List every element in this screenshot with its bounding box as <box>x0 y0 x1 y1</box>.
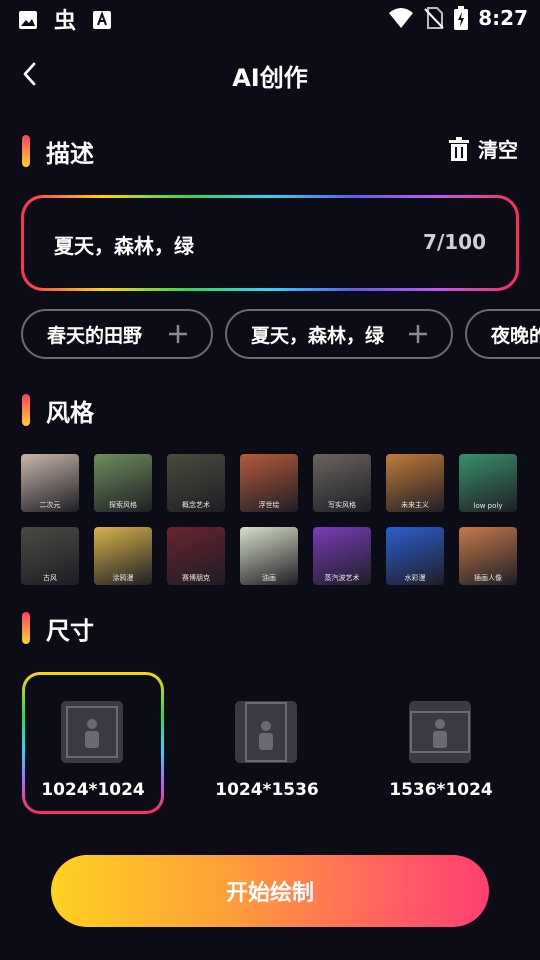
size-option-square[interactable]: 1024*1024 <box>22 672 164 814</box>
clear-button[interactable]: 清空 <box>448 134 518 163</box>
size-label: 1024*1024 <box>41 780 145 800</box>
description-section-title: 描述 <box>46 139 94 168</box>
suggestion-chip[interactable]: 夏天，森林，绿 <box>225 309 453 359</box>
square-portrait-icon <box>61 701 123 763</box>
style-thumbnail-label: low poly <box>473 502 503 510</box>
style-thumbnail[interactable]: 写实风格 <box>313 454 371 512</box>
start-drawing-button[interactable]: 开始绘制 <box>51 855 489 927</box>
svg-text:虫: 虫 <box>54 8 76 32</box>
style-section-header: 风格 <box>22 392 94 428</box>
portrait-size-icon <box>235 701 297 763</box>
size-option-landscape[interactable]: 1536*1024 <box>370 672 512 814</box>
status-bar: 虫 8:27 <box>0 0 540 36</box>
no-sim-icon <box>424 7 444 29</box>
style-thumbnail[interactable]: 古风 <box>21 527 79 585</box>
bug-icon: 虫 <box>54 8 76 32</box>
clear-label: 清空 <box>478 138 518 162</box>
trash-icon <box>449 136 469 161</box>
plus-icon <box>409 325 427 343</box>
start-drawing-label: 开始绘制 <box>225 881 314 906</box>
style-thumbnail[interactable]: low poly <box>459 454 517 512</box>
style-thumbnail-label: 油画 <box>262 574 276 582</box>
text-icon <box>93 11 111 29</box>
style-thumbnail-label: 插画人像 <box>474 574 502 582</box>
style-section-title: 风格 <box>46 398 94 427</box>
style-thumbnail-label: 赛博朋克 <box>182 574 210 582</box>
style-thumbnail[interactable]: 二次元 <box>21 454 79 512</box>
style-thumbnail[interactable]: 概念艺术 <box>167 454 225 512</box>
suggestion-chip[interactable]: 夜晚的 <box>465 309 540 359</box>
style-thumbnail-label: 二次元 <box>39 501 61 509</box>
landscape-size-icon <box>409 701 471 763</box>
size-label: 1024*1536 <box>215 780 319 800</box>
style-thumbnail[interactable]: 浮世绘 <box>240 454 298 512</box>
style-thumbnail[interactable]: 未来主义 <box>386 454 444 512</box>
style-thumbnail-label: 未来主义 <box>401 501 429 509</box>
suggestion-chip-label: 夜晚的 <box>491 324 540 347</box>
status-time: 8:27 <box>478 6 528 30</box>
size-label: 1536*1024 <box>389 780 493 800</box>
app-header: AI创作 <box>0 50 540 98</box>
style-thumbnail[interactable]: 水彩漫 <box>386 527 444 585</box>
style-thumbnail-label: 涂鸦漫 <box>112 574 134 582</box>
size-section-header: 尺寸 <box>22 610 94 646</box>
description-section-header: 描述 <box>22 133 94 169</box>
size-section-title: 尺寸 <box>46 616 94 645</box>
style-thumbnail-label: 水彩漫 <box>404 574 426 582</box>
suggestion-chips: 春天的田野 夏天，森林，绿 夜晚的 <box>21 309 540 363</box>
style-thumbnail[interactable]: 插画人像 <box>459 527 517 585</box>
style-thumbnail[interactable]: 涂鸦漫 <box>94 527 152 585</box>
suggestion-chip-label: 春天的田野 <box>47 324 143 347</box>
description-text[interactable]: 夏天，森林，绿 <box>54 230 194 259</box>
plus-icon <box>169 325 187 343</box>
page-title: AI创作 <box>232 64 308 92</box>
style-thumbnail-label: 概念艺术 <box>182 501 210 509</box>
style-thumbnail[interactable]: 油画 <box>240 527 298 585</box>
description-input[interactable]: 夏天，森林，绿 7/100 <box>21 195 519 291</box>
style-thumbnail[interactable]: 蒸汽波艺术 <box>313 527 371 585</box>
size-option-portrait[interactable]: 1024*1536 <box>196 672 338 814</box>
style-thumbnail[interactable]: 探索风格 <box>94 454 152 512</box>
suggestion-chip[interactable]: 春天的田野 <box>21 309 213 359</box>
style-thumbnail-label: 探索风格 <box>109 501 137 509</box>
section-accent-bar <box>22 612 30 644</box>
style-thumbnail-label: 浮世绘 <box>258 501 280 509</box>
battery-charging-icon <box>454 6 469 30</box>
character-count: 7/100 <box>423 230 486 254</box>
style-row-2: 古风 涂鸦漫 赛博朋克 油画 蒸汽波艺术 水彩漫 插画人像 <box>21 527 540 587</box>
style-row-1: 二次元 探索风格 概念艺术 浮世绘 写实风格 未来主义 low poly <box>21 454 540 514</box>
image-icon <box>19 11 37 29</box>
style-thumbnail-label: 蒸汽波艺术 <box>324 574 360 582</box>
suggestion-chip-label: 夏天，森林，绿 <box>251 324 385 347</box>
style-thumbnail-label: 古风 <box>43 574 57 582</box>
style-thumbnail-label: 写实风格 <box>328 501 356 509</box>
wifi-icon <box>389 8 414 28</box>
style-thumbnail[interactable]: 赛博朋克 <box>167 527 225 585</box>
section-accent-bar <box>22 394 30 426</box>
section-accent-bar <box>22 135 30 167</box>
